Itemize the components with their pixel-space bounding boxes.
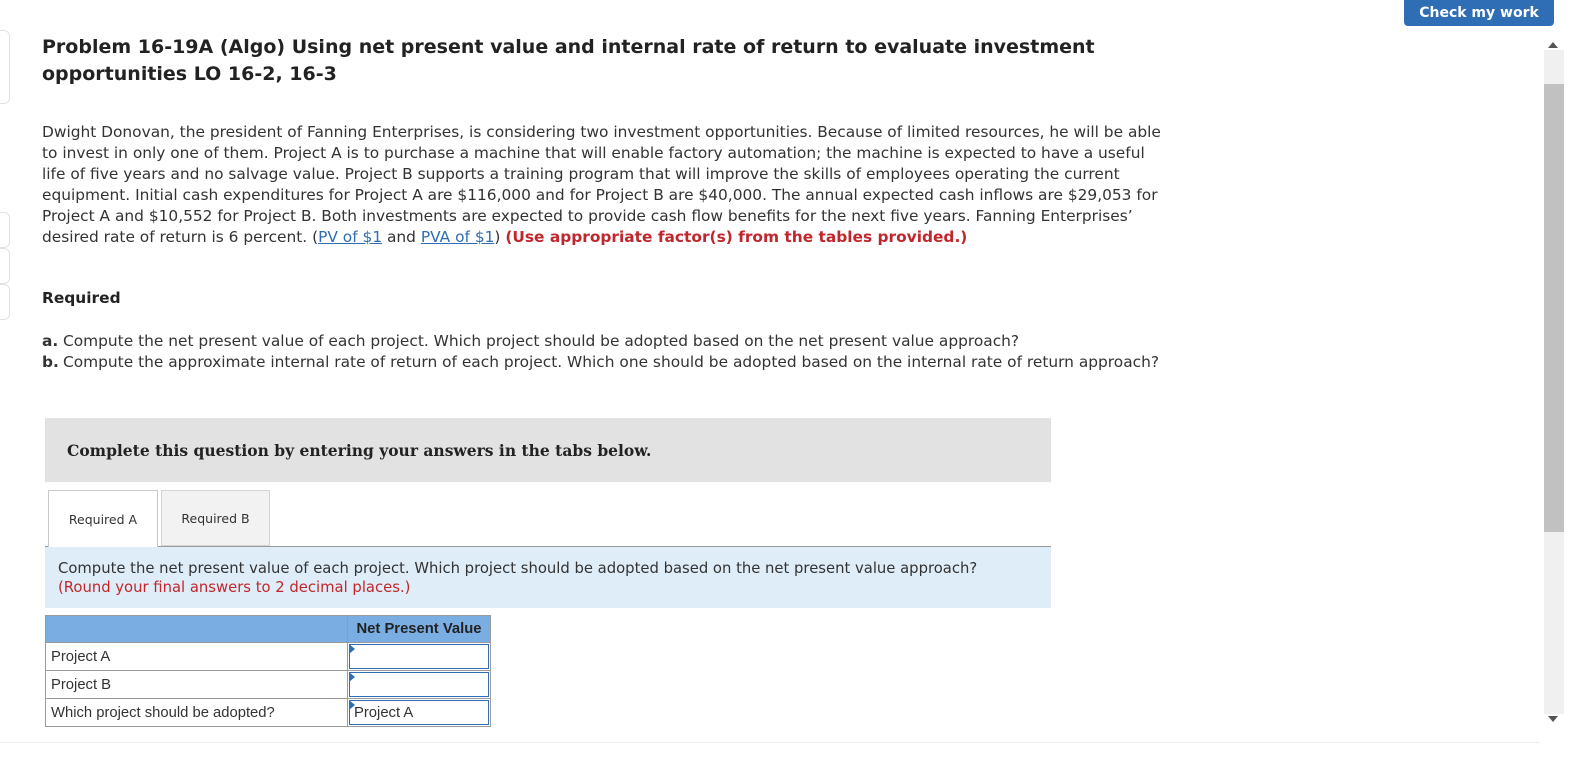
required-item-a: a. Compute the net present value of each… [42,331,1162,352]
left-edge-tab [0,30,10,104]
required-heading: Required [42,289,121,307]
table-header-npv: Net Present Value [347,615,491,643]
row-label-adoption: Which project should be adopted? [45,698,348,727]
scroll-up-arrow-icon[interactable] [1548,42,1558,48]
question-box: Compute the net present value of each pr… [45,547,1051,608]
left-edge-tab [0,248,10,284]
tab-label: Required B [181,510,250,526]
table-header-row: Net Present Value [45,615,491,643]
required-item-text: Compute the net present value of each pr… [63,332,1020,350]
check-my-work-button[interactable]: Check my work [1404,0,1554,26]
input-value: Project A [354,704,414,721]
tab-label: Required A [68,511,138,527]
bottom-divider [0,742,1540,743]
npv-cell [347,670,491,699]
table-header-empty [45,615,348,643]
npv-cell: Project A [347,698,491,727]
problem-text-and: and [382,227,421,246]
npv-cell [347,642,491,671]
required-list: a. Compute the net present value of each… [42,331,1162,373]
rounding-hint: (Round your final answers to 2 decimal p… [58,579,411,596]
input-flag-icon [349,644,355,654]
scroll-down-arrow-icon[interactable] [1548,716,1558,722]
row-label-project-b: Project B [45,670,348,699]
input-flag-icon [349,700,355,710]
required-item-letter: a. [42,332,59,350]
npv-project-b-input[interactable] [349,672,489,697]
row-label-project-a: Project A [45,642,348,671]
left-edge-tab [0,284,10,320]
problem-text-close: ) [494,227,506,246]
vertical-scrollbar[interactable] [1542,38,1566,726]
scroll-thumb[interactable] [1544,84,1564,532]
factor-instruction: (Use appropriate factor(s) from the tabl… [505,227,968,246]
npv-table: Net Present Value Project A Project B Wh… [45,615,491,727]
tab-required-b[interactable]: Required B [161,490,270,546]
required-item-b: b. Compute the approximate internal rate… [42,352,1162,373]
required-item-letter: b. [42,353,59,371]
problem-title: Problem 16-19A (Algo) Using net present … [42,36,1095,85]
instructions-text: Complete this question by entering your … [67,440,652,460]
pv-of-1-link[interactable]: PV of $1 [318,228,382,246]
left-edge-tab [0,212,10,248]
adopted-project-select[interactable]: Project A [349,700,489,725]
pva-of-1-link[interactable]: PVA of $1 [421,228,495,246]
input-flag-icon [349,672,355,682]
problem-statement: Dwight Donovan, the president of Fanning… [42,122,1162,247]
table-row: Project B [45,670,491,699]
question-text: Compute the net present value of each pr… [58,560,978,577]
table-row: Project A [45,642,491,671]
npv-project-a-input[interactable] [349,644,489,669]
table-row: Which project should be adopted? Project… [45,698,491,727]
required-item-text: Compute the approximate internal rate of… [63,353,1160,371]
instructions-banner: Complete this question by entering your … [45,418,1051,482]
tab-required-a[interactable]: Required A [48,490,158,547]
